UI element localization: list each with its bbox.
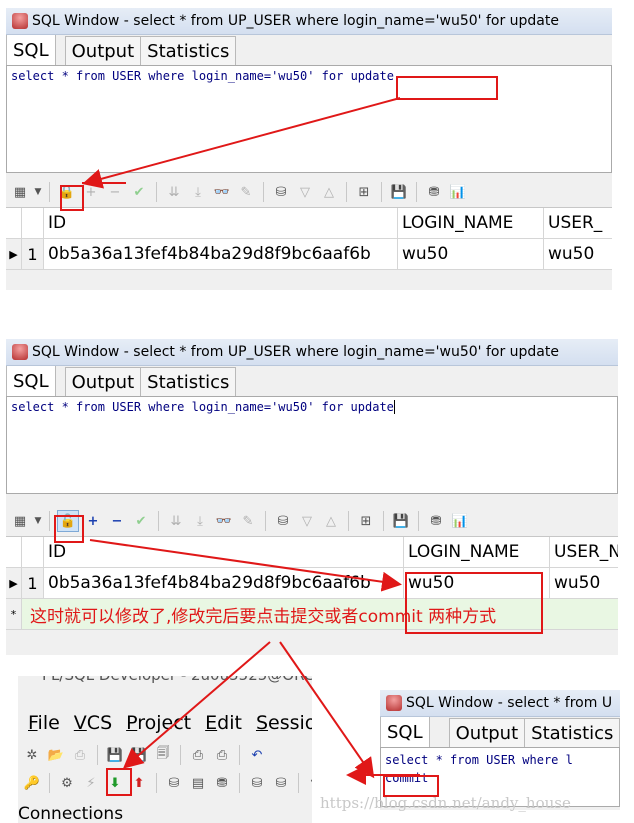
annotation-arrows bbox=[82, 97, 420, 785]
arrow-to-commit-text bbox=[279, 641, 375, 779]
arrow-for-update-to-lock bbox=[82, 97, 401, 189]
arrow-to-commit-button bbox=[122, 641, 271, 769]
arrow-lock-to-cell bbox=[89, 539, 402, 592]
